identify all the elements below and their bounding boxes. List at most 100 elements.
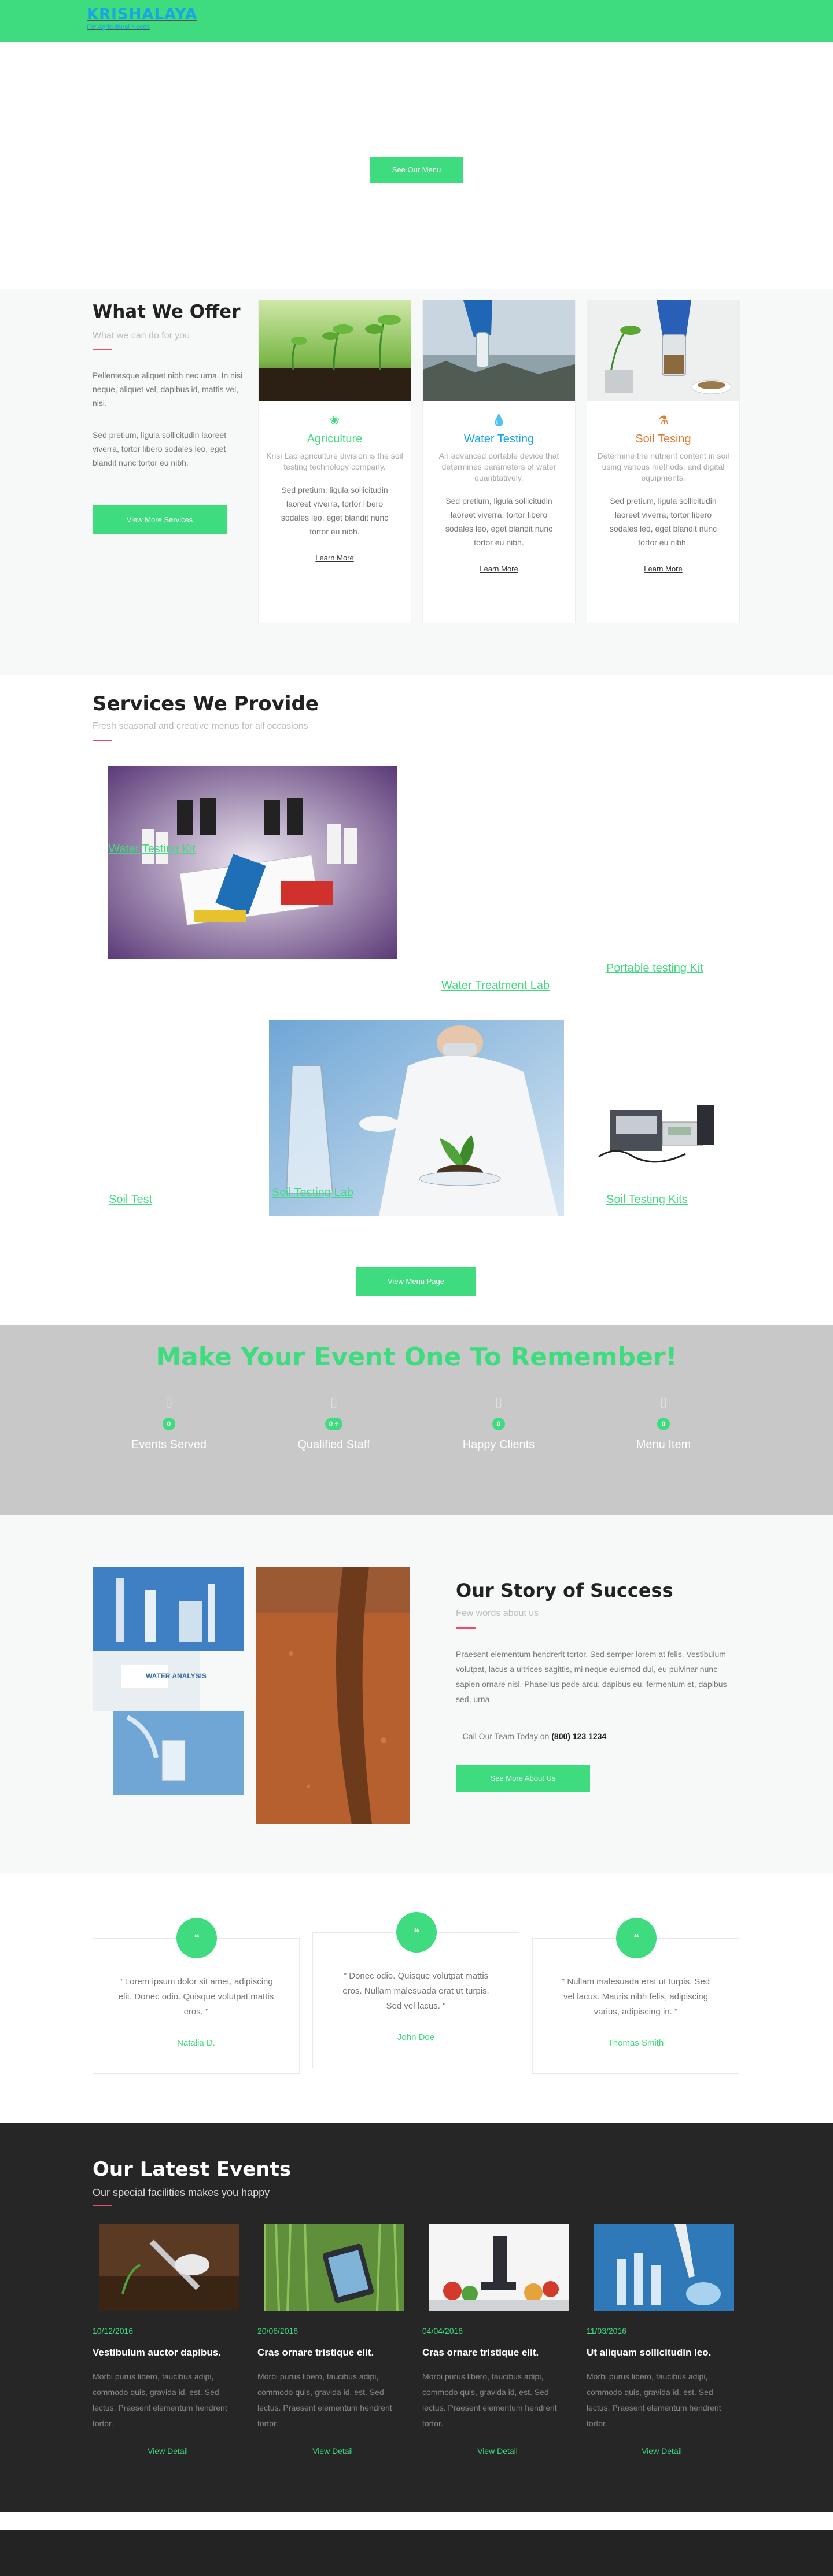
services-subtitle: Fresh seasonal and creative menus for al… — [93, 721, 308, 731]
offer-card-body: Sed pretium, ligula sollicitudin laoreet… — [281, 485, 389, 536]
offer-card-water-testing: 💧 Water Testing An advanced portable dev… — [422, 300, 576, 623]
smile-icon: ▯ — [495, 1394, 503, 1409]
event-text: Morbi purus libero, faucibus adipi, comm… — [587, 2372, 721, 2428]
stat-value: 0 — [163, 1418, 175, 1430]
testimonials-section: ❝ " Lorem ipsum dolor sit amet, adipisci… — [0, 1873, 833, 2123]
soil-sample-image — [587, 300, 739, 401]
quote-icon: ❝ — [616, 1918, 657, 1958]
testimonial-quote: " Lorem ipsum dolor sit amet, adipiscing… — [118, 1977, 274, 2017]
logo[interactable]: KRISHALAYA For Agricultural Needs — [87, 6, 197, 31]
services-title: Services We Provide — [93, 692, 319, 715]
stat-events-served: ▯ 0 Events Served — [99, 1394, 238, 1452]
event-title: Vestibulum auctor dapibus. — [93, 2347, 221, 2358]
events-divider — [93, 2205, 112, 2206]
service-link-water-treatment-lab[interactable]: Water Treatment Lab — [441, 979, 550, 992]
call-prefix: – Call Our Team Today on — [456, 1732, 550, 1741]
offer-card-desc: Determine the nutrient content in soil u… — [597, 451, 729, 482]
testimonial-card: ❝ " Nullam malesuada erat ut turpis. Sed… — [532, 1918, 739, 2074]
offer-card-agriculture: ❀ Agriculture Krisi Lab agriculture divi… — [258, 300, 411, 623]
leaf-icon: ❀ — [330, 414, 340, 427]
flask-icon: ⚗ — [658, 414, 669, 427]
site-header: KRISHALAYA For Agricultural Needs — [0, 0, 833, 42]
story-title: Our Story of Success — [456, 1579, 673, 1601]
phone-number: (800) 123 1234 — [551, 1732, 607, 1741]
users-icon: ▯ — [330, 1394, 338, 1409]
service-link-portable-testing-kit[interactable]: Portable testing Kit — [606, 962, 703, 975]
event-card: 20/06/2016 Cras ornare tristique elit. M… — [257, 2224, 408, 2456]
view-menu-page-button[interactable]: View Menu Page — [356, 1267, 476, 1296]
event-date: 20/06/2016 — [257, 2326, 298, 2335]
service-link-soil-test[interactable]: Soil Test — [109, 1193, 152, 1206]
site-footer — [0, 2530, 833, 2576]
events-title: Our Latest Events — [93, 2158, 292, 2181]
event-card: 04/04/2016 Cras ornare tristique elit. M… — [422, 2224, 573, 2456]
lab-collage-image: WATER ANALYSIS — [93, 1567, 244, 1795]
offer-card-title: Soil Tesing — [635, 433, 691, 445]
events-subtitle: Our special facilities makes you happy — [93, 2187, 270, 2198]
droplet-icon: 💧 — [492, 414, 506, 427]
gardening-image[interactable] — [99, 2224, 239, 2311]
quote-icon: ❝ — [176, 1918, 217, 1958]
vegetables-lab-image[interactable] — [429, 2224, 569, 2311]
soil-testing-kits-image[interactable] — [593, 1087, 735, 1168]
offer-subtitle: What we can do for you — [93, 331, 190, 341]
testimonial-card: ❝ " Donec odio. Quisque volutpat mattis … — [312, 1912, 519, 2068]
soil-trench-image — [256, 1567, 410, 1824]
stat-menu-item: ▯ 0 Menu Item — [594, 1394, 733, 1452]
stat-label: Happy Clients — [462, 1438, 535, 1451]
see-our-menu-button[interactable]: See Our Menu — [370, 157, 463, 183]
offer-divider — [93, 349, 112, 350]
seedlings-image — [259, 300, 411, 401]
story-text: Praesent elementum hendrerit tortor. Sed… — [456, 1649, 727, 1704]
learn-more-link[interactable]: Learn More — [480, 564, 518, 573]
event-text: Morbi purus libero, faucibus adipi, comm… — [93, 2372, 227, 2428]
stat-value: 0 — [492, 1418, 505, 1430]
event-date: 11/03/2016 — [587, 2326, 627, 2335]
pipette-lab-image[interactable] — [594, 2224, 734, 2311]
calendar-icon: ▯ — [165, 1394, 173, 1409]
stats-section: Make Your Event One To Remember! ▯ 0 Eve… — [0, 1325, 833, 1515]
offer-card-body: Sed pretium, ligula sollicitudin laoreet… — [445, 496, 553, 547]
logo-tagline: For Agricultural Needs — [87, 24, 150, 31]
story-subtitle: Few words about us — [456, 1608, 539, 1618]
view-detail-link[interactable]: View Detail — [93, 2446, 243, 2456]
service-link-soil-testing-kits[interactable]: Soil Testing Kits — [606, 1193, 688, 1206]
logo-title: KRISHALAYA — [87, 6, 198, 23]
events-section: Our Latest Events Our special facilities… — [0, 2123, 833, 2512]
stats-title: Make Your Event One To Remember! — [156, 1342, 677, 1372]
view-more-services-button[interactable]: View More Services — [93, 505, 227, 534]
view-detail-link[interactable]: View Detail — [422, 2446, 573, 2456]
stat-qualified-staff: ▯ 0 + Qualified Staff — [264, 1394, 403, 1452]
event-date: 10/12/2016 — [93, 2326, 134, 2335]
water-sampling-image — [423, 300, 575, 401]
event-text: Morbi purus libero, faucibus adipi, comm… — [422, 2372, 557, 2428]
testimonial-quote: " Nullam malesuada erat ut turpis. Sed v… — [561, 1977, 710, 2017]
offer-paragraph-2: Sed pretium, ligula sollicitudin laoreet… — [93, 430, 227, 467]
testimonial-author: Natalia D. — [177, 2038, 215, 2048]
offer-card-desc: Krisi Lab agriculture division is the so… — [266, 451, 403, 471]
offer-card-body: Sed pretium, ligula sollicitudin laoreet… — [609, 496, 717, 547]
offer-card-title: Water Testing — [463, 433, 535, 445]
event-text: Morbi purus libero, faucibus adipi, comm… — [257, 2372, 392, 2428]
view-detail-link[interactable]: View Detail — [257, 2446, 408, 2456]
story-section: WATER ANALYSIS Our Story of Success Few … — [0, 1515, 833, 1873]
water-analysis-label: WATER ANALYSIS — [146, 1672, 207, 1680]
field-tablet-image[interactable] — [264, 2224, 404, 2311]
offer-card-soil-testing: ⚗ Soil Tesing Determine the nutrient con… — [587, 300, 740, 623]
service-link-soil-testing-lab[interactable]: Soil Testing Lab — [272, 1186, 353, 1200]
testimonial-author: Thomas Smith — [607, 2038, 664, 2048]
see-more-about-us-button[interactable]: See More About Us — [456, 1765, 590, 1792]
quote-icon: ❝ — [396, 1912, 437, 1953]
learn-more-link[interactable]: Learn More — [644, 564, 682, 573]
call-team-line: – Call Our Team Today on (800) 123 1234 — [456, 1732, 606, 1741]
event-title: Cras ornare tristique elit. — [257, 2347, 374, 2358]
stat-label: Menu Item — [636, 1438, 691, 1451]
water-testing-kit-image[interactable] — [108, 766, 397, 959]
services-section: Services We Provide Fresh seasonal and c… — [0, 675, 833, 1325]
service-link-water-testing-kit[interactable]: Water Testing Kit — [109, 843, 196, 856]
offer-card-title: Agriculture — [307, 433, 363, 445]
learn-more-link[interactable]: Learn More — [315, 553, 353, 562]
view-detail-link[interactable]: View Detail — [587, 2446, 737, 2456]
testimonial-quote: " Donec odio. Quisque volutpat mattis er… — [342, 1971, 489, 2011]
offer-section: What We Offer What we can do for you Pel… — [0, 289, 833, 675]
